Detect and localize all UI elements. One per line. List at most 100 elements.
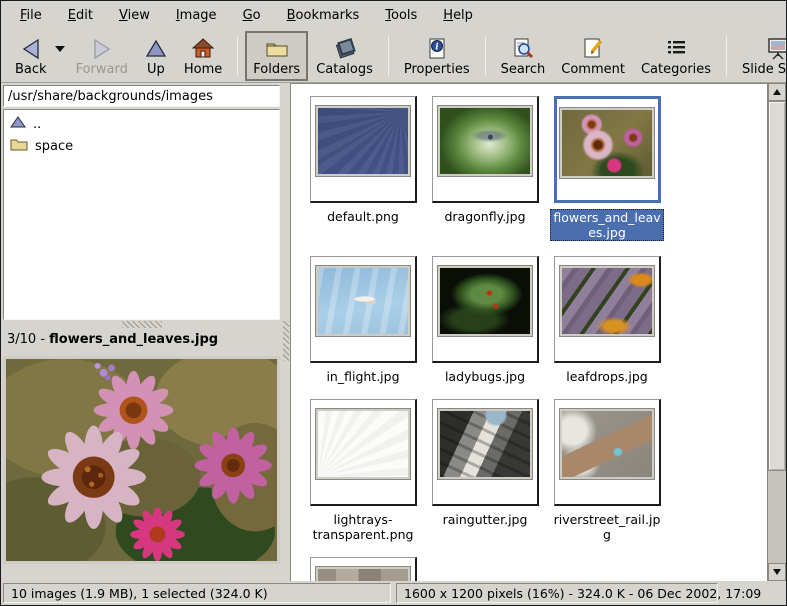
menu-file[interactable]: File (11, 5, 51, 26)
thumbnail-row: in_flight.jpg ladybugs.jpg leafdrops.jpg (302, 256, 767, 399)
thumbnail-partial[interactable] (302, 557, 424, 581)
thumbnail-flowers-and-leaves[interactable]: flowers_and_leaves.jpg (546, 96, 668, 241)
preview-image (3, 356, 280, 564)
panel-splitter[interactable] (282, 83, 290, 581)
properties-button[interactable]: i Properties (396, 31, 478, 81)
forward-button[interactable]: Forward (68, 31, 136, 81)
toolbar: Back Forward Up Home (1, 29, 786, 83)
back-icon (19, 35, 43, 62)
folders-button[interactable]: Folders (245, 31, 308, 81)
folder-icon (10, 137, 28, 155)
up-triangle-icon (10, 115, 26, 133)
thumbnail-label: in_flight.jpg (324, 369, 401, 384)
search-icon (511, 35, 535, 62)
menu-go[interactable]: Go (234, 5, 270, 26)
menubar: File Edit View Image Go Bookmarks Tools … (1, 1, 786, 29)
thumbnail-image (438, 266, 532, 336)
scroll-up-button[interactable] (768, 83, 786, 101)
thumbnail-label: flowers_and_leaves.jpg (550, 209, 664, 241)
projector-screen-icon (765, 35, 787, 62)
menu-tools[interactable]: Tools (376, 5, 426, 26)
scroll-down-button[interactable] (768, 563, 786, 581)
scrollbar-track[interactable] (768, 101, 786, 563)
list-icon (664, 35, 688, 62)
back-history-dropdown[interactable] (55, 31, 68, 81)
thumbnail-label: ladybugs.jpg (443, 369, 527, 384)
thumbnail-image (316, 409, 410, 479)
scrollbar-thumb[interactable] (768, 101, 786, 471)
thumbnail-row: default.png dragonfly.jpg flowers_and_le… (302, 96, 767, 256)
categories-button[interactable]: Categories (633, 31, 719, 81)
thumbnail-image (316, 266, 410, 336)
svg-text:i: i (435, 42, 439, 52)
thumbnail-raingutter[interactable]: raingutter.jpg (424, 399, 546, 542)
thumbnail-label: raingutter.jpg (441, 512, 530, 527)
left-panel: .. space 3/10 - flowers_and_leaves.jpg (1, 83, 282, 581)
thumbnail-image (438, 106, 532, 176)
thumbnail-leafdrops[interactable]: leafdrops.jpg (546, 256, 668, 384)
preview-splitter[interactable]: 3/10 - flowers_and_leaves.jpg (1, 320, 282, 356)
thumbnail-lightrays[interactable]: lightrays-transparent.png (302, 399, 424, 542)
book-icon (332, 35, 358, 62)
toolbar-separator (485, 36, 486, 76)
toolbar-separator (388, 36, 389, 76)
thumbnail-dragonfly[interactable]: dragonfly.jpg (424, 96, 546, 241)
splitter-grip[interactable] (122, 321, 162, 328)
slide-show-button[interactable]: Slide Show (734, 31, 787, 81)
thumbnail-label: lightrays-transparent.png (306, 512, 420, 542)
edit-note-icon (581, 35, 605, 62)
menu-view[interactable]: View (110, 5, 159, 26)
thumbnail-image (560, 266, 654, 336)
thumbnail-default[interactable]: default.png (302, 96, 424, 241)
menu-edit[interactable]: Edit (59, 5, 102, 26)
arrow-up-icon (773, 89, 781, 95)
thumbnail-ladybugs[interactable]: ladybugs.jpg (424, 256, 546, 384)
image-browser: default.png dragonfly.jpg flowers_and_le… (290, 83, 786, 581)
menu-help[interactable]: Help (434, 5, 482, 26)
thumbnail-label: default.png (325, 209, 401, 224)
statusbar: 10 images (1.9 MB), 1 selected (324.0 K)… (1, 581, 786, 605)
toolbar-separator (726, 36, 727, 76)
home-icon (191, 35, 215, 62)
thumbnail-row (302, 557, 767, 581)
vertical-scrollbar[interactable] (767, 83, 786, 581)
app-window: File Edit View Image Go Bookmarks Tools … (0, 0, 787, 606)
info-icon: i (425, 35, 449, 62)
home-button[interactable]: Home (176, 31, 230, 81)
folder-tree: .. space (3, 109, 280, 320)
thumbnail-label: leafdrops.jpg (564, 369, 649, 384)
catalogs-button[interactable]: Catalogs (308, 31, 381, 81)
folder-item-space[interactable]: space (6, 135, 277, 157)
comment-button[interactable]: Comment (553, 31, 633, 81)
preview-pane (1, 356, 282, 581)
thumbnail-in-flight[interactable]: in_flight.jpg (302, 256, 424, 384)
content-area: .. space 3/10 - flowers_and_leaves.jpg (1, 83, 786, 581)
folder-item-parent[interactable]: .. (6, 113, 277, 135)
selection-status: 3/10 - flowers_and_leaves.jpg (7, 332, 218, 347)
up-icon (144, 35, 168, 62)
arrow-down-icon (773, 569, 781, 575)
status-image-details: 1600 x 1200 pixels (16%) - 324.0 K - 06 … (396, 583, 718, 603)
thumbnail-image (316, 567, 410, 581)
location-input[interactable] (3, 85, 280, 107)
splitter-grip[interactable] (283, 321, 289, 361)
selected-filename: flowers_and_leaves.jpg (49, 332, 218, 347)
menu-bookmarks[interactable]: Bookmarks (278, 5, 369, 26)
thumbnail-image (438, 409, 532, 479)
thumbnail-image (560, 409, 654, 479)
forward-icon (90, 35, 114, 62)
search-button[interactable]: Search (493, 31, 554, 81)
thumbnail-row: lightrays-transparent.png raingutter.jpg… (302, 399, 767, 557)
back-button[interactable]: Back (7, 31, 55, 81)
folder-icon (264, 35, 290, 62)
thumbnail-image (560, 108, 654, 178)
thumbnail-label: dragonfly.jpg (442, 209, 527, 224)
thumbnail-grid: default.png dragonfly.jpg flowers_and_le… (290, 83, 767, 581)
thumbnail-image (316, 106, 410, 176)
thumbnail-label: riverstreet_rail.jpg (550, 512, 664, 542)
chevron-down-icon (55, 46, 65, 52)
toolbar-separator (237, 36, 238, 76)
menu-image[interactable]: Image (167, 5, 226, 26)
thumbnail-riverstreet-rail[interactable]: riverstreet_rail.jpg (546, 399, 668, 542)
up-button[interactable]: Up (136, 31, 176, 81)
